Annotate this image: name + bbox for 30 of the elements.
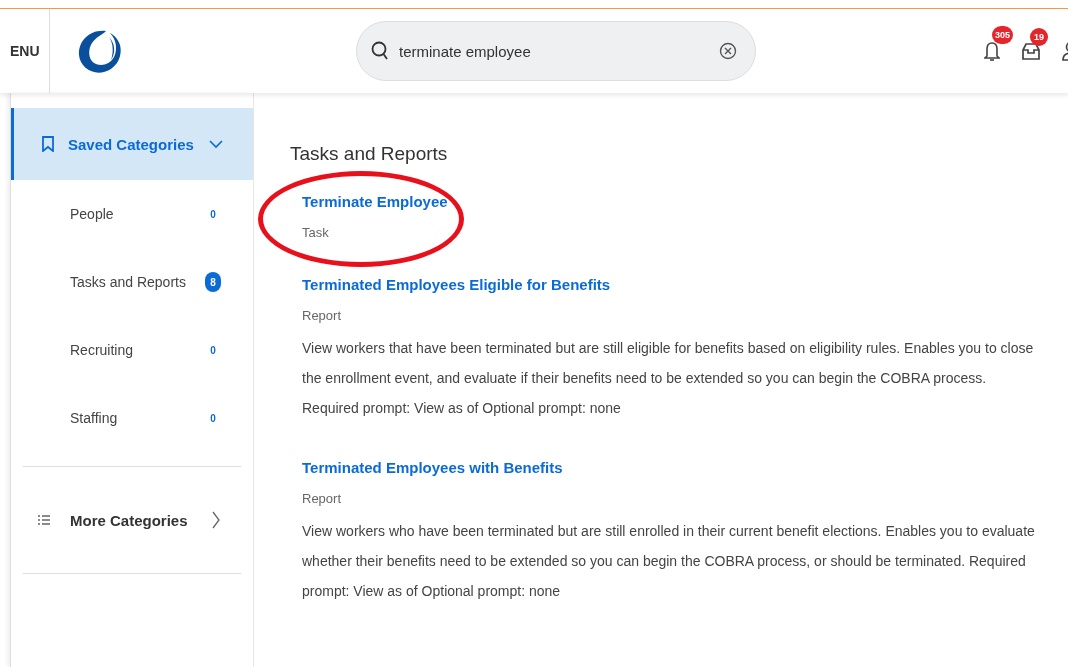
- result-link[interactable]: Terminated Employees Eligible for Benefits: [302, 276, 611, 293]
- inbox-icon[interactable]: [1022, 42, 1040, 60]
- menu-button[interactable]: ENU: [0, 9, 50, 93]
- list-icon: [38, 515, 50, 525]
- result-link[interactable]: Terminate Employee: [302, 193, 448, 210]
- result-description: View workers who have been terminated but are still enrolled in their current benefit elections. Enables you to evaluate whether their benefits need to be extended so you can begin the COBRA process, or should be terminated. Required prompt: View as of Optional prompt: none: [302, 522, 1036, 601]
- category-item[interactable]: Recruiting 0: [11, 316, 253, 384]
- search-icon: [371, 41, 389, 61]
- section-title: Tasks and Reports: [290, 143, 449, 165]
- bookmark-icon: [42, 136, 54, 152]
- search-field[interactable]: terminate employee: [397, 41, 719, 61]
- result-link[interactable]: Terminated Employees with Benefits: [302, 459, 563, 476]
- category-item[interactable]: People 0: [11, 180, 253, 248]
- category-count: 8: [205, 272, 221, 292]
- result-type: Task: [302, 225, 330, 240]
- category-item[interactable]: Staffing 0: [11, 384, 253, 452]
- more-categories-item[interactable]: More Categories: [11, 481, 253, 559]
- inbox-badge: 19: [1030, 28, 1048, 46]
- category-count: 0: [209, 343, 217, 358]
- result-description: View workers that have been terminated but are still eligible for benefits based on eligibility rules. Enables you to close the enrollment event, and evaluate if their benefits need to be extended so you can begin the COBRA process. Required prompt: View as of Optional prompt: none: [302, 339, 1035, 418]
- saved-categories-item[interactable]: Saved Categories: [11, 108, 253, 180]
- search-bar[interactable]: terminate employee: [356, 21, 756, 81]
- bell-icon[interactable]: [984, 40, 1000, 62]
- category-count: 0: [209, 411, 217, 426]
- category-count: 0: [209, 207, 217, 222]
- category-item[interactable]: Tasks and Reports 8: [11, 248, 253, 316]
- result-type: Report: [302, 491, 343, 506]
- clear-icon[interactable]: [719, 42, 737, 60]
- notification-badge: 305: [992, 26, 1014, 44]
- result-type: Report: [302, 308, 343, 323]
